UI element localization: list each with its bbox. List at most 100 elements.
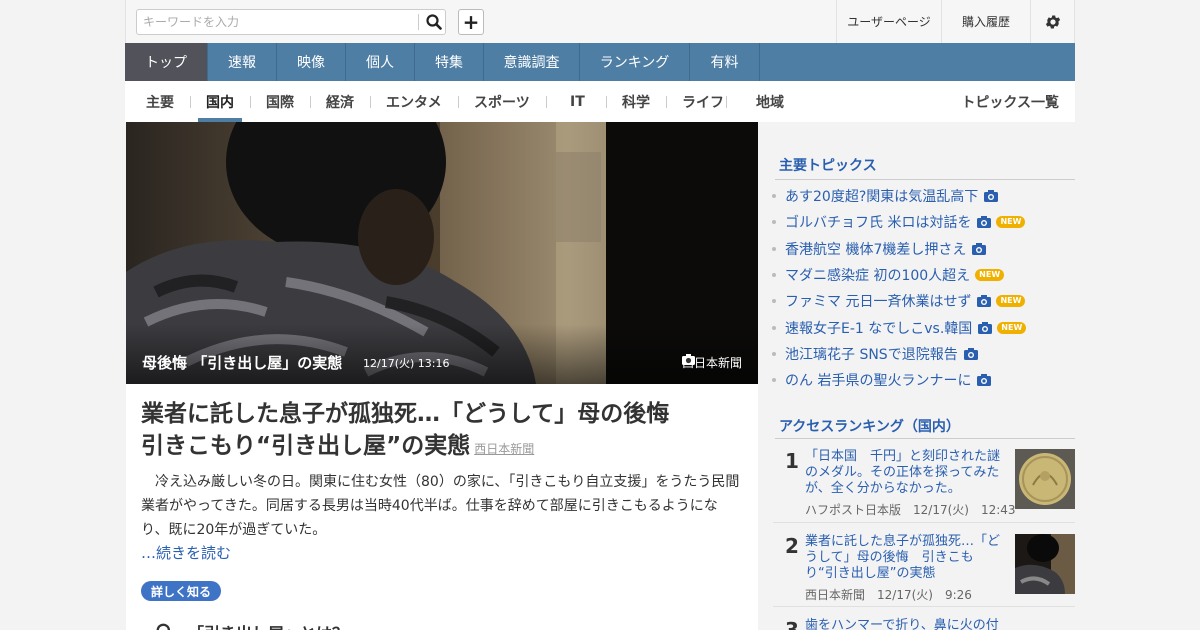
tab-domestic[interactable]: 国内 [206,81,234,122]
topic-item[interactable]: のん 岩手県の聖火ランナーに [772,370,992,390]
ranking-meta: 西日本新聞 12/17(火) 9:26 [805,588,972,602]
ranking-thumbnail[interactable] [1015,449,1075,509]
nav-item-paid[interactable]: 有料 [690,43,760,81]
tab-separator [458,96,459,108]
topics-list-link[interactable]: トピックス一覧 [961,81,1059,122]
tab-science[interactable]: 科学 [622,81,650,122]
ranking-item[interactable]: 1 「日本国 千円」と刻印された謎のメダル。その正体を探ってみたが、全く分からな… [773,449,1075,519]
topic-item[interactable]: 池江璃花子 SNSで退院報告 [772,344,978,364]
tab-separator [606,96,607,108]
tab-separator [190,96,191,108]
ranking-item[interactable]: 3 歯をハンマーで折り、鼻に火の付いたタバ [773,618,1075,630]
bullet-dot [772,220,776,225]
new-badge: NEW [997,321,1027,334]
headline-line-1: 業者に託した息子が孤独死…「どうして」母の後悔 [141,401,670,427]
hero-image[interactable]: 母後悔 「引き出し屋」の実態 12/17(火) 13:16 西日本新聞 [126,122,758,384]
topic-item[interactable]: 香港航空 機体7機差し押さえ [772,239,987,259]
bullet-dot [772,351,776,356]
ranking-divider [773,606,1075,607]
tab-economy[interactable]: 経済 [326,81,354,122]
nav-item-survey[interactable]: 意識調査 [484,43,580,81]
topic-item[interactable]: マダニ感染症 初の100人超え NEW [772,265,1005,285]
search-input[interactable] [137,10,417,34]
camera-icon-wrap [963,347,978,360]
camera-icon-wrap [977,295,992,308]
gear-icon [1045,14,1061,29]
tab-regional[interactable]: 地域 [756,81,784,122]
main-topics-heading[interactable]: 主要トピックス [779,155,877,175]
ranking-heading[interactable]: アクセスランキング（国内） [779,416,960,436]
nav-item-features[interactable]: 特集 [415,43,484,81]
tab-main[interactable]: 主要 [146,81,174,122]
ranking-meta: ハフポスト日本版 12/17(火) 12:43 [805,503,1016,517]
heading-divider [775,179,1075,180]
camera-icon [978,321,993,334]
top-bar-inner: + ユーザーページ 購入履歴 [125,0,1075,43]
ranking-item[interactable]: 2 業者に託した息子が孤独死…「どうして」母の後悔 引きこもり“引き出し屋”の実… [773,534,1075,604]
camera-icon-wrap [978,321,993,334]
tab-life[interactable]: ライフ [682,81,724,122]
nav-item-top[interactable]: トップ [125,43,208,81]
camera-icon [681,354,695,365]
camera-icon-wrap [984,190,999,202]
nav-item-individual[interactable]: 個人 [346,43,415,81]
article-body-text: 冷え込み厳しい冬の日。関東に住む女性（80）の家に、「引きこもり自立支援」をうた… [141,474,740,538]
top-bar: + ユーザーページ 購入履歴 [0,0,1200,43]
related-label: 「引き出し屋」とは？ [188,620,348,630]
tab-it[interactable]: IT [570,81,585,122]
topic-item[interactable]: 速報女子E-1 なでしこvs.韓国 NEW [772,318,1027,338]
camera-icon-wrap [977,216,992,229]
hero-time: 12/17(火) 13:16 [363,357,450,370]
article-body: 冷え込み厳しい冬の日。関東に住む女性（80）の家に、「引きこもり自立支援」をうた… [141,470,744,542]
search-divider [418,14,419,30]
camera-icon-wrap [972,242,987,255]
search-button[interactable] [421,10,447,34]
bullet-dot [772,325,776,330]
nav-item-video[interactable]: 映像 [277,43,346,81]
category-nav: 主要 国内 国際 経済 エンタメ スポーツ IT 科学 ライフ 地域 トピックス… [125,81,1075,122]
main-nav: トップ 速報 映像 個人 特集 意識調査 ランキング 有料 [125,43,1075,81]
rank-number: 1 [785,449,799,473]
new-badge: NEW [996,295,1026,308]
topic-item[interactable]: あす20度超?関東は気温乱高下 [772,186,999,206]
camera-icon [984,190,999,202]
ranking-title[interactable]: 歯をハンマーで折り、鼻に火の付いたタバ [805,618,1003,630]
rank-number: 2 [785,534,799,558]
topic-label: 池江璃花子 SNSで退院報告 [785,346,958,363]
purchase-history-link[interactable]: 購入履歴 [941,0,1030,43]
hero-source: 西日本新聞 [681,354,742,371]
bullet-dot [772,194,776,198]
settings-button[interactable] [1030,0,1075,43]
tab-separator [546,96,547,108]
medal-thumbnail [1015,449,1075,509]
tab-separator [726,96,727,108]
article-thumbnail [1015,534,1075,594]
headline-line-2: 引きこもり“引き出し屋”の実態 [141,433,471,459]
tab-international[interactable]: 国際 [266,81,294,122]
topic-item[interactable]: ゴルバチョフ氏 米ロは対話を NEW [772,212,1026,232]
article-source-link[interactable]: 西日本新聞 [474,442,534,456]
ranking-thumbnail[interactable] [1015,534,1075,594]
tab-sports[interactable]: スポーツ [474,81,530,122]
topic-label: 速報女子E-1 なでしこvs.韓国 [785,320,973,337]
related-item[interactable]: 「引き出し屋」とは？ [156,620,348,630]
ranking-title[interactable]: 業者に託した息子が孤独死…「どうして」母の後悔 引きこもり“引き出し屋”の実態 [805,534,1003,582]
ranking-title[interactable]: 「日本国 千円」と刻印された謎のメダル。その正体を探ってみたが、全く分からなかっ… [805,449,1003,497]
user-page-link[interactable]: ユーザーページ [836,0,941,43]
camera-icon [977,216,992,229]
read-more-link[interactable]: …続きを読む [141,542,231,563]
topic-label: あす20度超?関東は気温乱高下 [785,189,979,205]
nav-item-breaking[interactable]: 速報 [208,43,277,81]
ranking-divider [773,522,1075,523]
bullet-dot [772,246,776,251]
article-headline[interactable]: 業者に託した息子が孤独死…「どうして」母の後悔 引きこもり“引き出し屋”の実態西… [141,398,741,465]
plus-icon: + [462,10,480,34]
add-button[interactable]: + [458,9,484,35]
search-icon [426,14,442,30]
hero-title: 母後悔 「引き出し屋」の実態 [142,354,343,372]
detail-button[interactable]: 詳しく知る [141,581,222,601]
tab-entertainment[interactable]: エンタメ [386,81,442,122]
article-panel: 業者に託した息子が孤独死…「どうして」母の後悔 引きこもり“引き出し屋”の実態西… [126,384,758,630]
topic-item[interactable]: ファミマ 元日一斉休業はせず NEW [772,291,1026,311]
nav-item-ranking[interactable]: ランキング [580,43,690,81]
